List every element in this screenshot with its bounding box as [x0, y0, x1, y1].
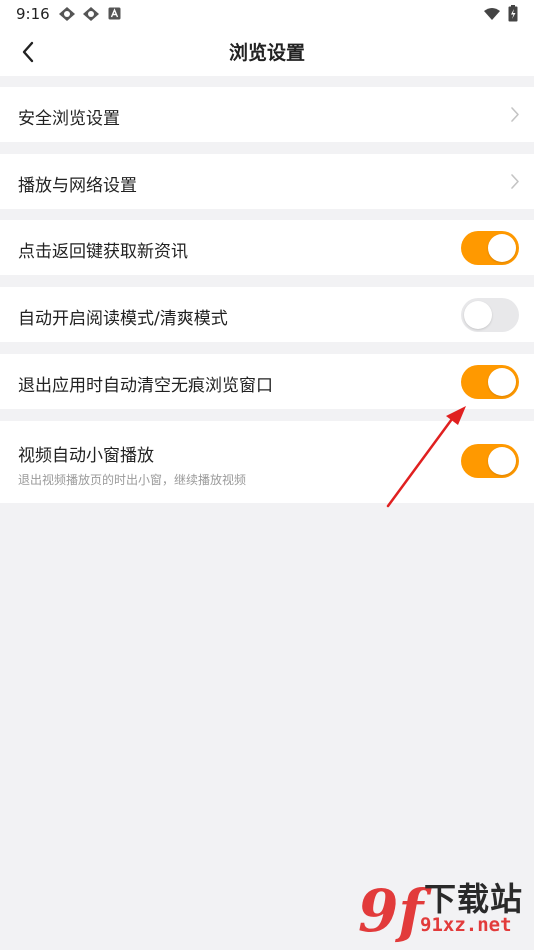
site-watermark: 9f 下载站 91xz.net — [358, 874, 528, 946]
chevron-right-icon — [511, 174, 519, 189]
video-mini-window-row: 视频自动小窗播放 退出视频播放页的时出小窗，继续播放视频 — [0, 421, 534, 503]
app-notification-icon — [83, 7, 99, 21]
title-bar: 浏览设置 — [0, 28, 534, 76]
chevron-right-icon — [511, 107, 519, 122]
row-label: 播放与网络设置 — [18, 176, 137, 196]
video-mini-window-toggle[interactable] — [461, 444, 519, 478]
playback-network-settings-row[interactable]: 播放与网络设置 — [0, 154, 534, 209]
wifi-icon — [484, 8, 500, 20]
row-label: 安全浏览设置 — [18, 109, 120, 129]
watermark-domain: 91xz.net — [420, 914, 512, 936]
keyboard-notification-icon — [108, 7, 121, 20]
status-bar: 9:16 — [0, 0, 534, 28]
auto-clear-incognito-row: 退出应用时自动清空无痕浏览窗口 — [0, 354, 534, 409]
status-time: 9:16 — [16, 5, 50, 23]
row-label: 视频自动小窗播放 — [18, 446, 154, 466]
row-label: 自动开启阅读模式/清爽模式 — [18, 309, 228, 329]
row-description: 退出视频播放页的时出小窗，继续播放视频 — [18, 473, 247, 487]
row-label: 点击返回键获取新资讯 — [18, 242, 188, 262]
page-title: 浏览设置 — [228, 42, 305, 64]
toggle-knob — [464, 301, 492, 329]
auto-reading-mode-toggle[interactable] — [461, 298, 519, 332]
toggle-knob — [488, 234, 516, 262]
back-key-news-toggle[interactable] — [461, 231, 519, 265]
safe-browsing-settings-row[interactable]: 安全浏览设置 — [0, 87, 534, 142]
watermark-logo: 9f — [358, 877, 424, 945]
toggle-knob — [488, 368, 516, 396]
battery-charging-icon — [508, 5, 518, 22]
auto-reading-mode-row: 自动开启阅读模式/清爽模式 — [0, 287, 534, 342]
toggle-knob — [488, 447, 516, 475]
auto-clear-incognito-toggle[interactable] — [461, 365, 519, 399]
app-notification-icon — [59, 7, 75, 21]
row-label: 退出应用时自动清空无痕浏览窗口 — [18, 376, 273, 396]
back-key-news-row: 点击返回键获取新资讯 — [0, 220, 534, 275]
